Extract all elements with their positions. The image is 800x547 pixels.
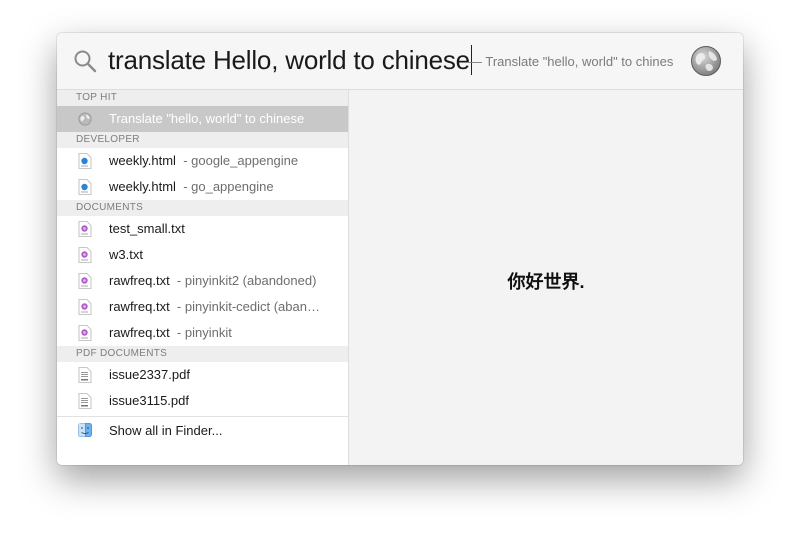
results-list: TOP HIT Translate "hello, world" to chin… (57, 90, 349, 465)
html-file-icon (78, 179, 92, 195)
list-item-document[interactable]: rawfreq.txt - pinyinkit (57, 320, 348, 346)
list-item-label: weekly.html (109, 179, 176, 194)
list-item-label: Translate "hello, world" to chinese (109, 111, 305, 126)
list-item-path: - pinyinkit2 (abandoned) (176, 273, 317, 288)
text-file-icon (78, 299, 92, 315)
search-icon (74, 50, 97, 73)
globe-icon[interactable] (690, 45, 722, 77)
search-input[interactable]: translate Hello, world to chinese (108, 45, 473, 76)
list-item-path: - google_appengine (183, 153, 299, 168)
list-item-label: rawfreq.txt (109, 325, 170, 340)
list-item-pdf[interactable]: issue3115.pdf (57, 388, 348, 414)
section-header-developer: DEVELOPER (57, 132, 348, 148)
translation-result: 你好世界. (507, 272, 585, 292)
show-all-in-finder-button[interactable]: Show all in Finder... (57, 416, 348, 445)
globe-icon (78, 112, 92, 126)
list-item-path: - go_appengine (183, 179, 274, 194)
text-file-icon (78, 273, 92, 289)
section-header-pdf-documents: PDF DOCUMENTS (57, 346, 348, 362)
pdf-file-icon (78, 393, 92, 409)
search-query-text: translate Hello, world to chinese (108, 45, 470, 75)
list-item-label: issue2337.pdf (109, 367, 190, 382)
spotlight-window: translate Hello, world to chinese — Tran… (57, 33, 743, 465)
list-item-label: rawfreq.txt (109, 299, 170, 314)
list-item-document[interactable]: rawfreq.txt - pinyinkit-cedict (aban… (57, 294, 348, 320)
text-file-icon (78, 325, 92, 341)
text-file-icon (78, 247, 92, 263)
list-item-label: issue3115.pdf (109, 393, 189, 408)
html-file-icon (78, 153, 92, 169)
list-item-document[interactable]: w3.txt (57, 242, 348, 268)
search-completion-hint: — Translate "hello, world" to chinese (469, 54, 673, 69)
pdf-file-icon (78, 367, 92, 383)
show-all-in-finder-label: Show all in Finder... (109, 423, 223, 438)
text-file-icon (78, 221, 92, 237)
list-item-document[interactable]: test_small.txt (57, 216, 348, 242)
list-item-path: - pinyinkit (176, 325, 232, 340)
list-item-top-hit[interactable]: Translate "hello, world" to chinese (57, 106, 348, 132)
list-item-pdf[interactable]: issue2337.pdf (57, 362, 348, 388)
list-item-label: weekly.html (109, 153, 176, 168)
list-item-label: test_small.txt (109, 221, 185, 236)
list-item-developer[interactable]: weekly.html - google_appengine (57, 148, 348, 174)
list-item-label: rawfreq.txt (109, 273, 170, 288)
section-header-top-hit: TOP HIT (57, 90, 348, 106)
list-item-developer[interactable]: weekly.html - go_appengine (57, 174, 348, 200)
section-header-documents: DOCUMENTS (57, 200, 348, 216)
list-item-label: w3.txt (109, 247, 143, 262)
list-item-document[interactable]: rawfreq.txt - pinyinkit2 (abandoned) (57, 268, 348, 294)
search-bar[interactable]: translate Hello, world to chinese — Tran… (57, 33, 743, 90)
list-item-path: - pinyinkit-cedict (aban… (176, 299, 320, 314)
preview-pane: 你好世界. (349, 90, 743, 465)
finder-icon (78, 423, 92, 437)
